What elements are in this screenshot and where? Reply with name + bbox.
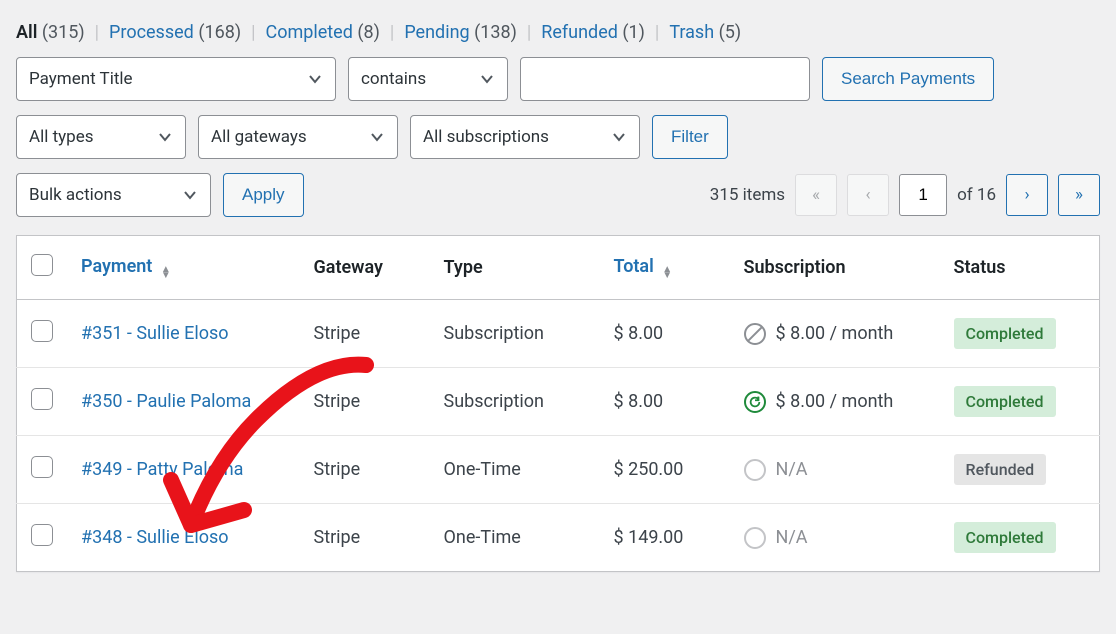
separator: | <box>247 22 259 43</box>
chevron-down-icon <box>182 187 198 203</box>
col-subscription: Subscription <box>730 236 940 300</box>
row-checkbox[interactable] <box>31 388 53 410</box>
filter-button[interactable]: Filter <box>652 115 728 159</box>
payment-link[interactable]: #350 - Paulie Paloma <box>81 391 251 412</box>
status-badge: Refunded <box>954 454 1047 485</box>
pager: 315 items « ‹ of 16 › » <box>710 174 1100 216</box>
subscriptions-select[interactable]: All subscriptions <box>410 115 640 159</box>
separator: | <box>523 22 535 43</box>
pager-page-input[interactable] <box>899 174 947 216</box>
sort-icon: ▲▼ <box>161 267 171 279</box>
empty-circle-icon <box>744 527 766 549</box>
status-badge: Completed <box>954 318 1056 349</box>
filter-pending[interactable]: Pending (138) <box>404 22 517 43</box>
empty-circle-icon <box>744 459 766 481</box>
select-all-checkbox[interactable] <box>31 254 53 276</box>
separator: | <box>386 22 398 43</box>
cell-subscription: N/A <box>744 527 926 549</box>
chevron-down-icon <box>157 129 173 145</box>
cell-subscription: $ 8.00 / month <box>744 323 926 345</box>
cell-gateway: Stripe <box>300 368 430 436</box>
filter-row: All types All gateways All subscriptions… <box>16 115 1100 159</box>
cell-subscription: $ 8.00 / month <box>744 391 926 413</box>
row-checkbox[interactable] <box>31 320 53 342</box>
cell-gateway: Stripe <box>300 300 430 368</box>
gateways-select[interactable]: All gateways <box>198 115 398 159</box>
filter-refunded[interactable]: Refunded (1) <box>541 22 645 43</box>
pager-next[interactable]: › <box>1006 174 1048 216</box>
cell-type: Subscription <box>430 368 600 436</box>
col-payment[interactable]: Payment ▲▼ <box>67 236 300 300</box>
cell-subscription: N/A <box>744 459 926 481</box>
payment-link[interactable]: #349 - Patty Paloma <box>81 459 243 480</box>
search-op-select[interactable]: contains <box>348 57 508 101</box>
col-gateway: Gateway <box>300 236 430 300</box>
refresh-icon <box>744 391 766 413</box>
payments-table: Payment ▲▼ Gateway Type Total ▲▼ Subscri… <box>16 235 1100 572</box>
pager-last[interactable]: » <box>1058 174 1100 216</box>
separator: | <box>91 22 103 43</box>
cell-gateway: Stripe <box>300 436 430 504</box>
pager-prev: ‹ <box>847 174 889 216</box>
row-checkbox[interactable] <box>31 524 53 546</box>
status-filter-links: All (315) | Processed (168) | Completed … <box>16 18 1100 57</box>
cell-type: One-Time <box>430 436 600 504</box>
pager-first: « <box>795 174 837 216</box>
payment-link[interactable]: #348 - Sullie Eloso <box>81 527 229 548</box>
cell-total: $ 8.00 <box>600 300 730 368</box>
status-badge: Completed <box>954 522 1056 553</box>
table-row: #350 - Paulie PalomaStripeSubscription$ … <box>17 368 1100 436</box>
chevron-down-icon <box>611 129 627 145</box>
search-field-select[interactable]: Payment Title <box>16 57 336 101</box>
col-total[interactable]: Total ▲▼ <box>600 236 730 300</box>
bulk-and-pager-row: Bulk actions Apply 315 items « ‹ of 16 ›… <box>16 173 1100 217</box>
cell-gateway: Stripe <box>300 504 430 572</box>
pager-of-total: of 16 <box>957 185 996 205</box>
status-badge: Completed <box>954 386 1056 417</box>
search-row: Payment Title contains Search Payments <box>16 57 1100 101</box>
filter-trash[interactable]: Trash (5) <box>669 22 741 43</box>
row-checkbox[interactable] <box>31 456 53 478</box>
filter-completed[interactable]: Completed (8) <box>266 22 380 43</box>
chevron-down-icon <box>479 71 495 87</box>
col-status: Status <box>940 236 1100 300</box>
cancel-icon <box>744 323 766 345</box>
filter-all[interactable]: All (315) <box>16 22 85 43</box>
separator: | <box>651 22 663 43</box>
table-row: #349 - Patty Paloma StripeOne-Time$ 250.0… <box>17 436 1100 504</box>
search-input[interactable] <box>520 57 810 101</box>
table-row: #351 - Sullie ElosoStripeSubscription$ 8… <box>17 300 1100 368</box>
cell-type: One-Time <box>430 504 600 572</box>
search-payments-button[interactable]: Search Payments <box>822 57 994 101</box>
bulk-actions-select[interactable]: Bulk actions <box>16 173 211 217</box>
cell-type: Subscription <box>430 300 600 368</box>
types-select[interactable]: All types <box>16 115 186 159</box>
chevron-down-icon <box>369 129 385 145</box>
chevron-down-icon <box>307 71 323 87</box>
cell-total: $ 250.00 <box>600 436 730 504</box>
sort-icon: ▲▼ <box>662 267 672 279</box>
table-row: #348 - Sullie Eloso StripeOne-Time$ 149.0… <box>17 504 1100 572</box>
cell-total: $ 149.00 <box>600 504 730 572</box>
filter-processed[interactable]: Processed (168) <box>109 22 241 43</box>
cell-total: $ 8.00 <box>600 368 730 436</box>
payment-link[interactable]: #351 - Sullie Eloso <box>81 323 229 344</box>
pager-item-count: 315 items <box>710 185 785 205</box>
apply-button[interactable]: Apply <box>223 173 304 217</box>
col-type: Type <box>430 236 600 300</box>
